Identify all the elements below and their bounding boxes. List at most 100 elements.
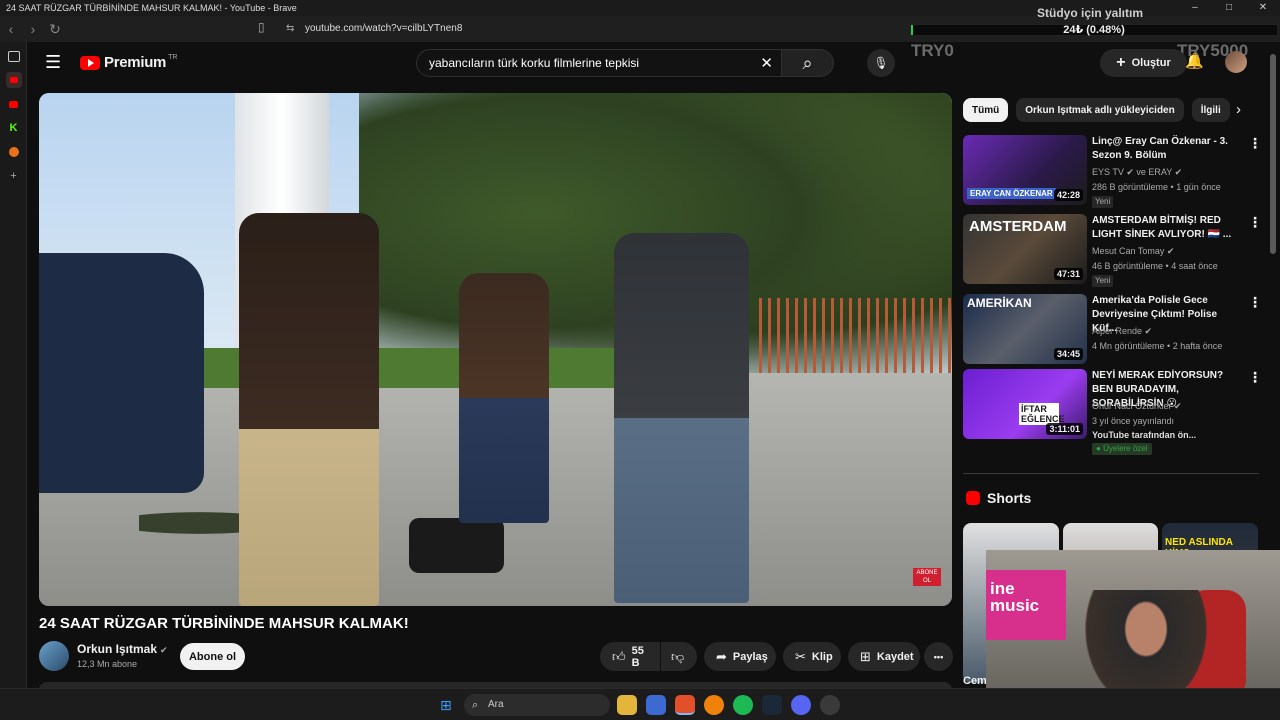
youtube-music-icon[interactable]	[0, 92, 27, 116]
minimize-button[interactable]: –	[1178, 0, 1212, 16]
obs-icon[interactable]	[820, 695, 840, 715]
firefox-icon[interactable]	[0, 140, 27, 164]
taskbar-search[interactable]: ⌕ Ara	[464, 694, 610, 716]
address-bar[interactable]: youtube.com/watch?v=cilbLYTnen8	[305, 16, 462, 42]
thumbnail[interactable]: AMSTERDAM 47:31	[963, 214, 1087, 284]
brave-browser-icon[interactable]	[675, 695, 695, 715]
channel-avatar[interactable]	[39, 641, 69, 671]
video-person-right	[614, 233, 749, 603]
neon-sign: ine music	[986, 570, 1066, 640]
search-button[interactable]: ⌕	[782, 49, 834, 77]
notifications-bell-icon[interactable]: 🔔	[1185, 52, 1204, 70]
recommendation-title[interactable]: AMSTERDAM BİTMİŞ! RED LIGHT SİNEK AVLIYO…	[1092, 214, 1242, 242]
subscribe-watermark[interactable]: ABONE OL	[913, 568, 941, 586]
scissors-icon: ✂	[795, 648, 806, 664]
store-icon[interactable]	[646, 695, 666, 715]
create-label: Oluştur	[1131, 57, 1171, 69]
clip-button[interactable]: ✂ Klip	[783, 642, 841, 671]
recommendation-item[interactable]: İFTAR EĞLENCE 3:11:01 NEYİ MERAK EDİYORS…	[963, 369, 1263, 459]
bookmark-icon[interactable]: ▯	[258, 20, 265, 34]
recommendation-meta: 4 Mn görüntüleme • 2 hafta önce	[1092, 341, 1223, 351]
thumbnail[interactable]: AMERİKAN 34:45	[963, 294, 1087, 364]
like-button[interactable]: 👍︎ 55 B	[600, 642, 660, 671]
video-person-left	[239, 213, 379, 606]
windows-start-icon[interactable]: ⊞	[440, 697, 452, 714]
recommendation-item[interactable]: AMSTERDAM 47:31 AMSTERDAM BİTMİŞ! RED LI…	[963, 214, 1263, 287]
clear-search-icon[interactable]: ✕	[760, 54, 773, 72]
video-title: 24 SAAT RÜZGAR TÜRBİNİNDE MAHSUR KALMAK!	[39, 615, 409, 632]
url-text: youtube.com/watch?v=cilbLYTnen8	[305, 23, 463, 34]
hamburger-menu-icon[interactable]: ☰	[45, 52, 61, 73]
recommendation-meta: 46 B görüntüleme • 4 saat önce	[1092, 261, 1218, 271]
recommendation-channel[interactable]: Alper Rende ✔	[1092, 326, 1152, 337]
close-window-button[interactable]: ✕	[1246, 0, 1280, 16]
forward-button[interactable]: ›	[22, 21, 44, 37]
more-options-icon[interactable]: ⋮	[1248, 369, 1262, 386]
filter-chips: Tümü Orkun Işıtmak adlı yükleyiciden İlg…	[963, 98, 1230, 122]
account-avatar[interactable]	[1225, 51, 1247, 73]
chip-related[interactable]: İlgili	[1191, 98, 1230, 122]
youtube-icon[interactable]	[0, 68, 27, 92]
discord-icon[interactable]	[791, 695, 811, 715]
thumbnail-text: AMSTERDAM	[969, 218, 1067, 235]
more-options-icon[interactable]: ⋮	[1248, 135, 1262, 152]
video-harness	[409, 518, 504, 573]
recommendation-channel[interactable]: EYS TV ✔ ve ERAY ✔	[1092, 167, 1182, 178]
recommendation-item[interactable]: ERAY CAN ÖZKENAR 42:28 Linç@ Eray Can Öz…	[963, 135, 1263, 208]
steam-icon[interactable]	[762, 695, 782, 715]
thumbs-down-icon: 👎︎	[671, 648, 685, 664]
thumbnail[interactable]: ERAY CAN ÖZKENAR 42:28	[963, 135, 1087, 205]
recommendation-title[interactable]: Linç@ Eray Can Özkenar - 3. Sezon 9. Böl…	[1092, 135, 1242, 163]
clip-label: Klip	[811, 650, 833, 663]
search-input[interactable]: yabancıların türk korku filmlerine tepki…	[416, 49, 782, 77]
reload-button[interactable]: ↻	[44, 21, 66, 38]
back-button[interactable]: ‹	[0, 21, 22, 37]
voice-search-button[interactable]: 🎙	[867, 49, 895, 77]
file-explorer-icon[interactable]	[617, 695, 637, 715]
spotify-icon[interactable]	[733, 695, 753, 715]
more-options-icon[interactable]: ⋮	[1248, 214, 1262, 231]
share-button[interactable]: ➦ Paylaş	[704, 642, 776, 671]
video-duration: 42:28	[1053, 189, 1083, 201]
subscribe-button[interactable]: Abone ol	[180, 643, 245, 670]
site-info-icon[interactable]: ⇆	[286, 16, 294, 42]
video-duration: 34:45	[1053, 348, 1083, 360]
save-button[interactable]: ⊞ Kaydet	[848, 642, 920, 671]
recommendation-promo: YouTube tarafından ön...	[1092, 430, 1197, 440]
section-divider	[963, 473, 1259, 474]
create-button[interactable]: + Oluştur	[1100, 49, 1187, 77]
chevron-right-icon[interactable]: ›	[1236, 101, 1241, 118]
region-code: TR	[168, 54, 178, 61]
search-icon: ⌕	[472, 699, 479, 711]
plus-icon: +	[1116, 54, 1126, 71]
dislike-button[interactable]: 👎︎	[661, 642, 697, 671]
goal-progress-bar: 24₺ (0.48%)	[910, 24, 1278, 36]
search-query: yabancıların türk korku filmlerine tepki…	[429, 56, 640, 70]
more-actions-button[interactable]: •••	[924, 642, 953, 671]
chip-all[interactable]: Tümü	[963, 98, 1009, 122]
chip-from-uploader[interactable]: Orkun Işıtmak adlı yükleyiciden	[1016, 98, 1184, 122]
add-panel-icon[interactable]: +	[0, 164, 27, 188]
maximize-button[interactable]: □	[1212, 0, 1246, 16]
panel-icon[interactable]	[0, 44, 27, 68]
like-count: 55 B	[631, 644, 644, 669]
thumbnail[interactable]: İFTAR EĞLENCE 3:11:01	[963, 369, 1087, 439]
recommendation-channel[interactable]: Mesut Can Tomay ✔	[1092, 246, 1174, 257]
share-label: Paylaş	[732, 650, 768, 663]
thumbnail-text: AMERİKAN	[967, 296, 1032, 310]
short-title-partial: Cem	[963, 675, 987, 687]
youtube-premium-logo[interactable]: Premium TR	[80, 54, 177, 71]
page-scrollbar[interactable]	[1270, 54, 1276, 254]
channel-name[interactable]: Orkun Işıtmak ✔	[77, 642, 168, 656]
recommendation-channel[interactable]: Onur Naci Öztürkler ✔	[1092, 401, 1182, 412]
recommendation-item[interactable]: AMERİKAN 34:45 Amerika'da Polisle Gece D…	[963, 294, 1263, 366]
video-duration: 3:11:01	[1046, 423, 1083, 435]
youtube-logo-icon	[80, 55, 100, 70]
window-title: 24 SAAT RÜZGAR TÜRBİNİNDE MAHSUR KALMAK!…	[6, 3, 297, 13]
kick-icon[interactable]: K	[0, 116, 27, 140]
taskbar-search-label: Ara	[488, 699, 504, 710]
window-controls: – □ ✕	[1178, 0, 1280, 16]
more-options-icon[interactable]: ⋮	[1248, 294, 1262, 311]
browser-icon[interactable]	[704, 695, 724, 715]
video-player[interactable]: ABONE OL	[39, 93, 952, 606]
